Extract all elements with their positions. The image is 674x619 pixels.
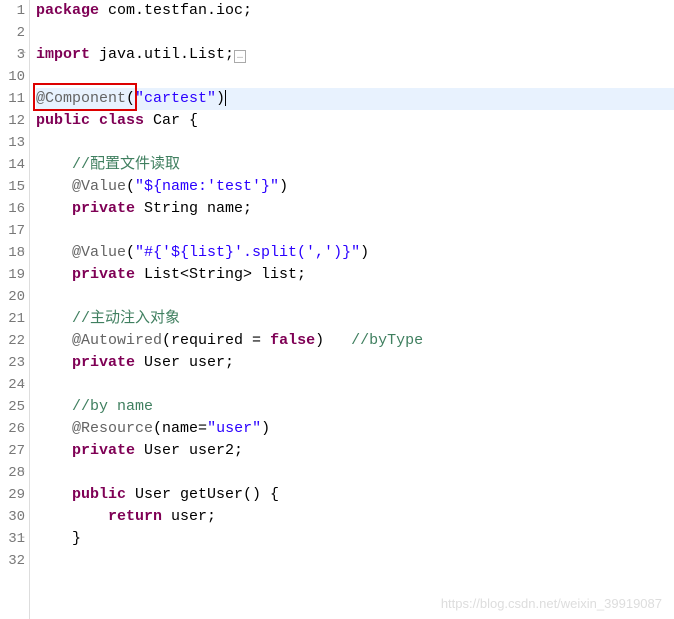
code-line: import java.util.List;… — [36, 44, 674, 66]
fold-icon[interactable]: - — [20, 462, 26, 484]
code-line: private User user2; — [36, 440, 674, 462]
code-line: @Resource(name="user") — [36, 418, 674, 440]
fold-icon[interactable]: + — [20, 44, 26, 66]
code-line: @Value("${name:'test'}") — [36, 176, 674, 198]
code-line: //by name — [36, 396, 674, 418]
code-line — [36, 22, 674, 44]
fold-icon[interactable]: - — [20, 242, 26, 264]
line-number: 2 — [0, 22, 25, 44]
line-number: 17 — [0, 220, 25, 242]
line-number: 32 — [0, 550, 25, 572]
line-number: 16 — [0, 198, 25, 220]
line-number: 27 — [0, 440, 25, 462]
code-editor: 1 2 3+ 10 11 12 13 14 15- 16 17 18- 19 2… — [0, 0, 674, 619]
code-line: //主动注入对象 — [36, 308, 674, 330]
code-line: @Value("#{'${list}'.split(',')}") — [36, 242, 674, 264]
code-line: package com.testfan.ioc; — [36, 0, 674, 22]
code-content[interactable]: package com.testfan.ioc; import java.uti… — [30, 0, 674, 619]
line-number: 29 — [0, 484, 25, 506]
watermark-text: https://blog.csdn.net/weixin_39919087 — [441, 596, 662, 611]
line-number-gutter: 1 2 3+ 10 11 12 13 14 15- 16 17 18- 19 2… — [0, 0, 30, 619]
line-number: 11 — [0, 88, 25, 110]
line-number: 1 — [0, 0, 25, 22]
line-number: 24- — [0, 374, 25, 396]
line-number: 14 — [0, 154, 25, 176]
line-number: 28- — [0, 462, 25, 484]
line-number: 23 — [0, 352, 25, 374]
line-number: 22 — [0, 330, 25, 352]
line-number: 12 — [0, 110, 25, 132]
line-number: 20 — [0, 286, 25, 308]
line-number: 21 — [0, 308, 25, 330]
line-number: 26 — [0, 418, 25, 440]
code-line: return user; — [36, 506, 674, 528]
fold-icon[interactable]: - — [20, 374, 26, 396]
code-line: public User getUser() { — [36, 484, 674, 506]
code-line — [36, 374, 674, 396]
line-number: 3+ — [0, 44, 25, 66]
fold-icon[interactable]: - — [20, 528, 26, 550]
code-line — [36, 220, 674, 242]
code-line: private User user; — [36, 352, 674, 374]
code-line: public class Car { — [36, 110, 674, 132]
fold-placeholder-icon[interactable]: … — [234, 50, 246, 63]
code-line: private List<String> list; — [36, 264, 674, 286]
code-line: private String name; — [36, 198, 674, 220]
code-line — [36, 286, 674, 308]
line-number: 15- — [0, 176, 25, 198]
line-number: 18- — [0, 242, 25, 264]
code-line — [36, 132, 674, 154]
code-line: //配置文件读取 — [36, 154, 674, 176]
code-line — [36, 462, 674, 484]
code-line — [36, 550, 674, 572]
line-number: 10 — [0, 66, 25, 88]
line-number: 19 — [0, 264, 25, 286]
code-line: @Autowired(required = false) //byType — [36, 330, 674, 352]
code-line-highlighted: @Component("cartest") — [36, 88, 674, 110]
line-number: 25 — [0, 396, 25, 418]
code-line — [36, 66, 674, 88]
code-line: } — [36, 528, 674, 550]
text-cursor — [225, 90, 226, 106]
line-number: 30 — [0, 506, 25, 528]
line-number: 13 — [0, 132, 25, 154]
line-number: 31- — [0, 528, 25, 550]
fold-icon[interactable]: - — [20, 176, 26, 198]
